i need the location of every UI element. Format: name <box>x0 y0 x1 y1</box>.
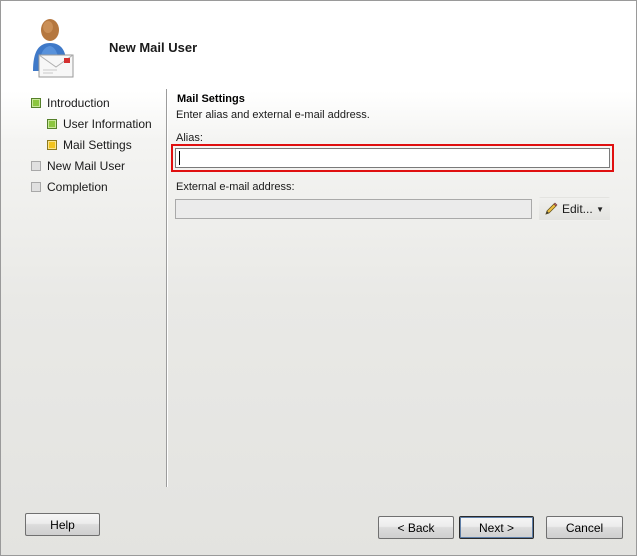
back-button[interactable]: < Back <box>378 516 454 539</box>
external-email-label: External e-mail address: <box>176 181 295 193</box>
page-title: New Mail User <box>109 40 198 55</box>
nav-divider <box>166 89 167 487</box>
step-mail-settings: Mail Settings <box>47 137 132 153</box>
step-complete-icon <box>47 119 57 129</box>
pencil-icon <box>545 202 558 215</box>
step-label: User Information <box>63 117 152 131</box>
step-current-icon <box>47 140 57 150</box>
section-description: Enter alias and external e-mail address. <box>176 109 370 121</box>
help-button[interactable]: Help <box>25 513 100 536</box>
step-complete-icon <box>31 98 41 108</box>
step-label: Completion <box>47 180 108 194</box>
edit-button[interactable]: Edit... ▼ <box>539 197 610 221</box>
step-user-information: User Information <box>47 116 152 132</box>
alias-input[interactable] <box>175 148 610 168</box>
step-label: New Mail User <box>47 159 126 173</box>
step-pending-icon <box>31 182 41 192</box>
step-new-mail-user: New Mail User <box>31 158 125 174</box>
edit-button-label: Edit... <box>562 202 593 216</box>
wizard-window: New Mail User Introduction User Informat… <box>0 0 637 556</box>
wizard-header: New Mail User <box>1 1 636 85</box>
section-title: Mail Settings <box>177 93 245 105</box>
step-introduction: Introduction <box>31 95 110 111</box>
alias-label: Alias: <box>176 132 203 144</box>
dropdown-arrow-icon[interactable]: ▼ <box>596 205 604 214</box>
cancel-button[interactable]: Cancel <box>546 516 623 539</box>
step-completion: Completion <box>31 179 108 195</box>
text-caret <box>179 151 180 165</box>
external-email-field <box>175 199 532 219</box>
step-pending-icon <box>31 161 41 171</box>
step-label: Mail Settings <box>63 138 132 152</box>
next-button[interactable]: Next > <box>459 516 534 539</box>
step-label: Introduction <box>47 96 110 110</box>
mail-user-icon <box>33 19 74 78</box>
